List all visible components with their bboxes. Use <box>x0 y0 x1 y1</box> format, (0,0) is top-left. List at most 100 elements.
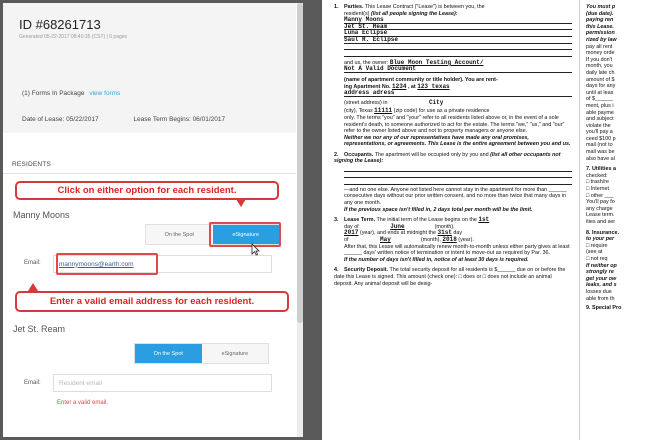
view-forms-link[interactable]: view forms <box>89 90 120 97</box>
mouse-pointer-icon <box>251 243 260 256</box>
col2-line: you'll pay a <box>586 129 613 136</box>
callout-arrow-icon <box>28 283 38 291</box>
lease-document-page: 1. Parties. This Lease Contract ("Lease")… <box>322 0 645 440</box>
term-end-month: May <box>380 236 391 243</box>
section-number: 8. <box>586 229 591 236</box>
on-the-spot-button[interactable]: On the Spot <box>146 225 213 244</box>
city-value: City <box>428 98 444 106</box>
col2-line: losses due <box>586 288 612 295</box>
term-start-year: 2017 <box>344 229 359 237</box>
col2-line: paying ren <box>586 17 614 24</box>
lease-dates: Date of Lease: 05/22/2017 Lease Term Beg… <box>22 116 225 123</box>
section-3-lease-term: 3. Lease Term. The initial term of the Le… <box>334 216 572 263</box>
col2-line: Lease term. <box>586 212 615 219</box>
col2-line: □ other ___ <box>586 192 614 199</box>
resident-name-line <box>344 50 572 57</box>
section-label: Utilities a <box>592 166 616 173</box>
resident-typed-name: Saul R. Eclipse <box>344 35 399 43</box>
section-label: Insurance. <box>592 229 619 236</box>
col2-line: □ require <box>586 242 608 249</box>
owner-line-2: Not A Valid Document <box>344 66 572 73</box>
email-label: Email: <box>24 260 41 266</box>
section-label: Parties. <box>344 4 364 10</box>
date-of-lease: Date of Lease: 05/22/2017 <box>22 116 99 123</box>
section-2-occupants: 2. Occupants. The apartment will be occup… <box>334 152 572 213</box>
col2-line: (due date). <box>586 10 614 17</box>
email-highlight <box>56 253 158 275</box>
col2-line: of $______ <box>586 96 613 103</box>
section-label: Special Pro <box>592 305 622 312</box>
city-line: (city), Texas 11111 (zip code) for use a… <box>334 108 572 115</box>
col2-line: mail was be <box>586 149 615 156</box>
stage: ID #68261713 Generated 05-22-2017 08:40:… <box>0 0 645 440</box>
email-label: Email: <box>24 380 41 386</box>
col2-line: permission <box>586 30 615 37</box>
col2-line: days for any <box>586 83 616 90</box>
col2-line: this Lease. <box>586 23 614 30</box>
col2-line: money orde <box>586 50 615 57</box>
section-number: 9. <box>586 305 591 312</box>
generated-info: Generated 05-22-2017 08:40:35 (CST) | 6 … <box>19 34 128 40</box>
col2-line: You must p <box>586 4 616 10</box>
parties-body: only. The terms "you" and "your" refer t… <box>344 114 565 135</box>
email-placeholder: Resident email <box>59 379 102 387</box>
apartment-address: address adress <box>344 89 395 97</box>
col2-line: and subject <box>586 116 614 123</box>
col2-line: If you don't <box>586 56 613 63</box>
section-text: This Lease Contract ("Lease") is between… <box>364 4 485 10</box>
section-label: Security Deposit. <box>344 267 389 274</box>
city-label: (city), Texas <box>344 108 373 115</box>
forms-count-label: (1) Forms In Package <box>22 90 85 97</box>
apartment-street: 123 texas <box>417 82 450 90</box>
street-label: (street address) in <box>344 99 388 106</box>
col2-line: get your ow <box>586 275 617 282</box>
esignature-button[interactable]: eSignature <box>201 344 268 363</box>
package-panel: ID #68261713 Generated 05-22-2017 08:40:… <box>3 3 303 437</box>
col2-line: ment, plus i <box>586 102 614 109</box>
lease-term-begins: Lease Term Begins: 06/01/2017 <box>133 116 226 123</box>
term-line-3: of May (month), 2018 (year). <box>344 236 474 243</box>
col2-line: also have al <box>586 155 615 162</box>
section-number: 1. <box>334 4 339 10</box>
column-divider <box>579 0 580 440</box>
col2-line: able payme <box>586 109 614 116</box>
col2-line: rized by law <box>586 36 617 43</box>
col2-line: until at leas <box>586 89 614 96</box>
selected-option-highlight <box>209 222 281 247</box>
col2-line: checked: <box>586 172 608 179</box>
section-8-insurance: 8. Insurance. to your per □ require (see… <box>586 230 645 303</box>
col2-line: able from th <box>586 295 615 302</box>
section-divider <box>3 173 296 174</box>
email-field[interactable]: Resident email <box>53 374 272 392</box>
occupant-line <box>344 178 572 185</box>
document-column-right: You must p (due date). paying ren this L… <box>586 4 645 312</box>
email-instruction-callout: Enter a valid email address for each res… <box>15 291 289 312</box>
col2-line: amount of $ <box>586 76 615 83</box>
section-text: The apartment will be occupied only by y… <box>374 151 489 158</box>
apartment-at: , at <box>407 83 416 90</box>
callout-arrow-icon <box>236 199 246 207</box>
term-bold: If the number of days isn't filled in, n… <box>344 256 529 263</box>
term-end-year: 2018 <box>442 236 457 243</box>
section-9-special: 9. Special Pro <box>586 305 645 312</box>
term-start-day: 1st <box>478 216 490 224</box>
address-line: address adress <box>344 89 572 97</box>
parties-bold-text: Neither we nor any of our representative… <box>344 134 571 148</box>
occupants-bold: If the previous space isn't filled in, 2… <box>344 206 533 213</box>
col2-line: □ Internet <box>586 186 610 193</box>
panel-scrollbar-thumb[interactable] <box>297 3 303 323</box>
section-7-utilities: 7. Utilities a checked: □ trash/re □ Int… <box>586 166 645 225</box>
term-body: After that, this Lease will automaticall… <box>344 243 570 257</box>
col2-line: violate the <box>586 122 611 129</box>
term-start-month: June <box>390 222 405 230</box>
street-line: (street address) in City <box>334 98 572 107</box>
right-col-intro: You must p (due date). paying ren this L… <box>586 4 645 162</box>
resident-name: Jet St. Ream <box>13 324 66 334</box>
owner-value-2: Not A Valid Document <box>344 65 417 73</box>
col2-line: to your per <box>586 236 615 243</box>
occupants-body: —and no one else. Anyone not listed here… <box>344 186 567 207</box>
on-the-spot-button[interactable]: On the Spot <box>135 344 202 363</box>
section-label: Occupants. <box>344 151 374 158</box>
package-id-title: ID #68261713 <box>19 17 101 32</box>
document-column-left: 1. Parties. This Lease Contract ("Lease")… <box>334 4 572 290</box>
